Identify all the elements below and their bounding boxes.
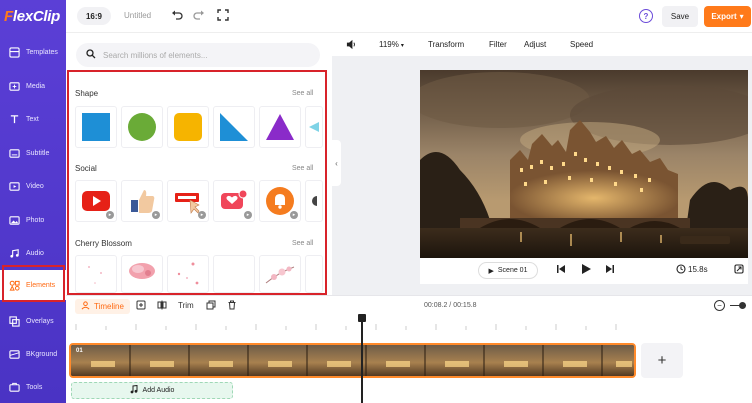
top-bar: 16:9 Untitled ? Save Export ▾ — [66, 0, 752, 33]
timeline-playhead[interactable] — [361, 315, 363, 403]
sidebar-item-label: BKground — [26, 350, 58, 358]
media-icon — [8, 80, 20, 92]
duplicate-icon[interactable] — [206, 300, 216, 312]
aspect-ratio-button[interactable]: 16:9 — [77, 7, 111, 25]
redo-icon[interactable] — [193, 9, 205, 24]
video-clip-track[interactable]: 01 — [69, 343, 636, 378]
next-scene-icon[interactable] — [605, 264, 615, 277]
play-pause-icon[interactable] — [580, 263, 592, 278]
chevron-down-icon: ▾ — [400, 43, 404, 49]
play-icon: ▶ — [488, 267, 494, 275]
collapse-panel-handle[interactable]: ‹ — [332, 140, 341, 186]
timeline-ruler[interactable] — [66, 316, 752, 330]
timeline-icon — [81, 301, 90, 312]
add-scene-icon[interactable] — [136, 300, 146, 312]
amsterdam-canal-scene-image — [420, 70, 748, 258]
playback-bar: ▶ Scene 01 15.8s — [420, 258, 748, 284]
elements-highlight-box — [2, 265, 65, 302]
sidebar-item-text[interactable]: Text — [0, 103, 66, 135]
music-note-icon — [130, 384, 138, 396]
zoom-out-icon[interactable]: − — [714, 300, 725, 311]
flexclip-editor: FlexClip Templates Media Text Subtitle V… — [0, 0, 752, 403]
fullscreen-icon[interactable] — [217, 9, 229, 24]
filter-button[interactable]: Filter — [489, 40, 507, 49]
tab-timeline[interactable]: Timeline — [75, 299, 130, 314]
clip-thumbnails — [71, 345, 634, 376]
sidebar-item-label: Tools — [26, 383, 43, 391]
templates-icon — [8, 46, 20, 58]
clip-number: 01 — [76, 348, 83, 354]
sidebar-item-subtitle[interactable]: Subtitle — [0, 137, 66, 169]
chevron-left-icon: ‹ — [335, 158, 338, 168]
sidebar-item-label: Audio — [26, 249, 44, 257]
trim-button[interactable]: Trim — [178, 301, 194, 310]
tools-icon — [8, 381, 20, 393]
scene-play-button[interactable]: ▶ Scene 01 — [478, 262, 538, 279]
elements-panel-highlight-box — [67, 70, 327, 295]
sidebar-item-templates[interactable]: Templates — [0, 36, 66, 68]
flexclip-logo[interactable]: FlexClip — [4, 8, 60, 25]
subtitle-icon — [8, 147, 20, 159]
sidebar-item-label: Overlays — [26, 317, 54, 325]
add-clip-button[interactable]: + — [641, 343, 683, 378]
timeline-zoom-handle[interactable] — [739, 302, 746, 309]
expand-preview-icon[interactable] — [734, 264, 744, 277]
background-icon — [8, 348, 20, 360]
sidebar-item-label: Text — [26, 115, 39, 123]
sidebar-item-label: Photo — [26, 216, 45, 224]
timeline-timecode: 00:08.2 / 00:15.8 — [424, 302, 477, 309]
overlays-icon — [8, 315, 20, 327]
sidebar-item-label: Templates — [26, 48, 58, 56]
logo-letter-f: F — [4, 8, 13, 25]
delete-icon[interactable] — [227, 300, 237, 312]
audio-icon — [8, 247, 20, 259]
scene-label: Scene 01 — [497, 267, 528, 274]
sidebar: FlexClip Templates Media Text Subtitle V… — [0, 0, 66, 403]
zoom-level-value: 119% — [379, 40, 399, 49]
undo-icon[interactable] — [171, 9, 183, 24]
sidebar-item-bkground[interactable]: BKground — [0, 338, 66, 370]
export-label: Export — [711, 12, 737, 21]
sidebar-item-label: Media — [26, 82, 46, 90]
photo-icon — [8, 214, 20, 226]
add-audio-button[interactable]: Add Audio — [71, 382, 233, 399]
help-icon[interactable]: ? — [639, 9, 653, 23]
speed-button[interactable]: Speed — [570, 40, 593, 49]
sidebar-item-label: Video — [26, 182, 44, 190]
save-button[interactable]: Save — [662, 6, 698, 27]
clock-icon — [676, 264, 686, 277]
logo-text: lexClip — [12, 8, 60, 25]
sidebar-item-media[interactable]: Media — [0, 70, 66, 102]
transform-button[interactable]: Transform — [428, 40, 464, 49]
previous-scene-icon[interactable] — [556, 264, 566, 277]
text-icon — [8, 113, 20, 125]
timeline-tab-label: Timeline — [94, 302, 124, 311]
edit-toolbar: 119% ▾ Transform Filter Adjust Speed — [332, 33, 752, 56]
sidebar-item-video[interactable]: Video — [0, 170, 66, 202]
search-icon — [86, 48, 96, 62]
sidebar-item-tools[interactable]: Tools — [0, 371, 66, 403]
video-preview-canvas[interactable] — [420, 70, 748, 258]
zoom-level-select[interactable]: 119% ▾ — [379, 40, 404, 49]
project-title[interactable]: Untitled — [124, 11, 151, 20]
sidebar-item-photo[interactable]: Photo — [0, 204, 66, 236]
search-input[interactable]: Search millions of elements... — [76, 43, 320, 67]
video-icon — [8, 180, 20, 192]
sidebar-item-label: Subtitle — [26, 149, 50, 157]
export-button[interactable]: Export ▾ — [704, 6, 751, 27]
adjust-button[interactable]: Adjust — [524, 40, 546, 49]
sidebar-item-overlays[interactable]: Overlays — [0, 305, 66, 337]
chevron-down-icon: ▾ — [739, 12, 744, 21]
playhead-handle[interactable] — [358, 314, 366, 322]
add-audio-label: Add Audio — [142, 387, 175, 394]
search-placeholder: Search millions of elements... — [103, 50, 208, 60]
split-icon[interactable] — [157, 300, 167, 312]
volume-icon[interactable] — [346, 39, 357, 52]
timeline-panel: Timeline Trim 00:08.2 / 00:15.8 − 01 + A… — [66, 295, 752, 403]
total-duration: 15.8s — [688, 265, 708, 274]
